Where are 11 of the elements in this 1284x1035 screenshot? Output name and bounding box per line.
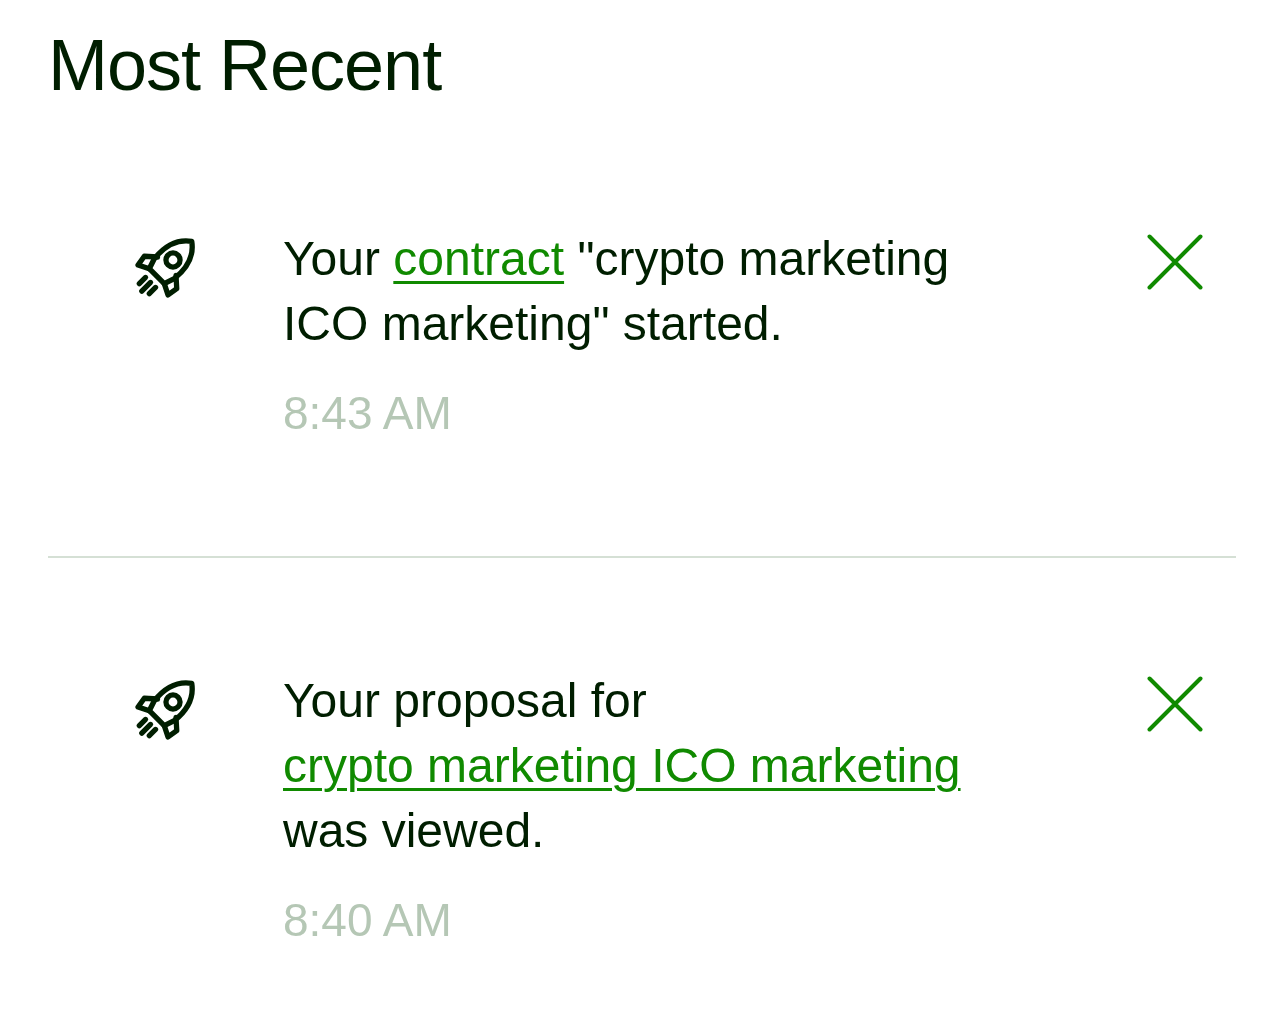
message-link[interactable]: crypto marketing ICO marketing bbox=[283, 739, 961, 792]
notification-text: Your proposal for crypto marketing ICO marketing was viewed. bbox=[283, 673, 962, 859]
message-link[interactable]: contract bbox=[393, 232, 565, 285]
notification-time: 8:43 AM bbox=[283, 386, 452, 441]
rocket-icon bbox=[135, 680, 195, 740]
rocket-icon bbox=[135, 238, 195, 298]
notification-time: 8:40 AM bbox=[283, 893, 452, 948]
close-icon bbox=[1147, 234, 1203, 290]
section-heading: Most Recent bbox=[48, 24, 443, 107]
close-icon bbox=[1147, 676, 1203, 732]
notification-text: Your contract "crypto marketing ICO marketing" started. bbox=[283, 231, 951, 352]
